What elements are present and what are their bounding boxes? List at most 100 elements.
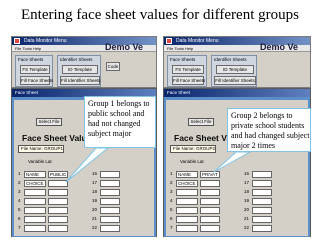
left-code-button[interactable]: Code [106, 62, 120, 71]
variable-value-field[interactable] [48, 225, 68, 232]
variable-value-field[interactable] [100, 216, 120, 223]
variable-value-field[interactable] [100, 207, 120, 214]
variable-value-field[interactable] [252, 180, 272, 187]
variable-value-field[interactable] [252, 207, 272, 214]
right-identifier-sheets-label: Identifier Sheets [214, 57, 247, 62]
right-fs-template-button[interactable]: FS Template [172, 65, 204, 74]
left-face-sheets-group: Face Sheets FS Template Fill Face Sheets [15, 55, 53, 87]
callout-text: subject major [88, 129, 132, 138]
variable-value-field[interactable] [200, 225, 220, 232]
variable-name-field[interactable]: CHOICE [176, 180, 198, 187]
row-number: 17 [244, 180, 250, 185]
variable-name-field[interactable] [176, 207, 198, 214]
variable-name-field[interactable]: CHOICE [24, 180, 46, 187]
variable-value-field[interactable] [252, 216, 272, 223]
right-select-file-button[interactable]: Select File [188, 118, 214, 126]
variable-value-field[interactable] [100, 189, 120, 196]
variable-value-field[interactable] [252, 189, 272, 196]
variable-value-field[interactable] [200, 207, 220, 214]
variable-name-field[interactable] [24, 198, 46, 205]
variable-value-field[interactable] [48, 180, 68, 187]
variable-name-field[interactable] [176, 225, 198, 232]
variable-value-field[interactable] [252, 225, 272, 232]
left-demo-text: Demo Ve [105, 42, 144, 52]
variable-name-field[interactable] [24, 216, 46, 223]
table-row: 6 21 [170, 215, 302, 224]
variable-value-field[interactable] [200, 198, 220, 205]
variable-value-field[interactable] [252, 171, 272, 178]
variable-value-field[interactable] [100, 180, 120, 187]
variable-value-field[interactable] [200, 180, 220, 187]
right-demo-text: Demo Ve [260, 42, 299, 52]
variable-name-field[interactable]: NAME [176, 171, 198, 178]
slide-title: Entering face sheet values for different… [21, 7, 299, 23]
variable-value-field[interactable] [200, 189, 220, 196]
row-number: 22 [92, 225, 98, 230]
callout-text: private school students [231, 121, 305, 130]
variable-value-field[interactable]: PUBLIC [48, 171, 68, 178]
table-row: 5 20 [18, 206, 150, 215]
left-bg-window-title: Data Monitor Menu [24, 38, 67, 44]
variable-value-field[interactable]: PRIVAT [200, 171, 220, 178]
variable-name-field[interactable] [176, 216, 198, 223]
left-id-template-button[interactable]: ID Template [62, 65, 98, 74]
right-face-sheets-group: Face Sheets FS Template Fill Face Sheets [167, 55, 207, 87]
callout-text: had not changed [88, 119, 141, 128]
variable-value-field[interactable] [48, 216, 68, 223]
right-bg-window-title: Data Monitor Menu [176, 38, 219, 44]
variable-name-field[interactable] [176, 189, 198, 196]
variable-value-field[interactable] [48, 189, 68, 196]
row-number: 19 [244, 198, 250, 203]
variable-value-field[interactable] [100, 225, 120, 232]
variable-name-field[interactable] [24, 207, 46, 214]
callout-text: public school and [88, 109, 145, 118]
left-identifier-sheets-label: Identifier Sheets [60, 57, 93, 62]
table-row: 1 NAME PUBLIC 16 [18, 170, 150, 179]
right-values-grid: 1 NAME PRIVAT 16 2 CHOICE 17 3 18 4 19 5… [170, 170, 302, 233]
right-variable-tab[interactable]: Variable Lat [180, 159, 204, 164]
table-row: 2 CHOICE 17 [18, 179, 150, 188]
left-fill-face-sheets-button[interactable]: Fill Face Sheets [20, 76, 53, 85]
right-callout: Group 2 belongs to private school studen… [227, 108, 311, 152]
table-row: 1 NAME PRIVAT 16 [170, 170, 302, 179]
variable-name-field[interactable]: NAME [24, 171, 46, 178]
left-data-monitor-window: Data Monitor Menu File Tools Help Demo V… [11, 36, 157, 88]
variable-value-field[interactable] [100, 198, 120, 205]
row-number: 18 [92, 189, 98, 194]
callout-text: Group 2 belongs to [231, 111, 293, 120]
right-fill-face-sheets-button[interactable]: Fill Face Sheets [172, 76, 205, 85]
app-icon [14, 38, 20, 44]
left-fill-identifier-sheets-button[interactable]: Fill Identifier Sheets [60, 76, 101, 85]
left-values-grid: 1 NAME PUBLIC 16 2 CHOICE 17 3 18 4 19 5… [18, 170, 150, 233]
variable-value-field[interactable] [100, 171, 120, 178]
right-file-name-field[interactable]: File Name: GROUP2 [170, 145, 216, 153]
variable-value-field[interactable] [200, 216, 220, 223]
table-row: 7 22 [170, 224, 302, 233]
variable-name-field[interactable] [176, 198, 198, 205]
left-fs-template-button[interactable]: FS Template [20, 65, 50, 74]
left-face-sheets-label: Face Sheets [18, 57, 44, 62]
row-number: 21 [244, 216, 250, 221]
left-file-name-field[interactable]: File Name: GROUP1 [18, 145, 64, 153]
variable-value-field[interactable] [48, 207, 68, 214]
callout-text: Group 1 belongs to [88, 99, 150, 108]
left-callout: Group 1 belongs to public school and had… [84, 96, 156, 148]
row-number: 19 [92, 198, 98, 203]
app-icon [166, 38, 172, 44]
callout-text: and had changed subject [231, 131, 310, 140]
left-identifier-sheets-group: Identifier Sheets ID Template Fill Ident… [57, 55, 101, 87]
right-fill-identifier-sheets-button[interactable]: Fill Identifier Sheets [214, 76, 256, 85]
row-number: 20 [244, 207, 250, 212]
row-number: 18 [244, 189, 250, 194]
row-number: 17 [92, 180, 98, 185]
left-select-file-button[interactable]: Select File [36, 118, 62, 126]
table-row: 3 18 [170, 188, 302, 197]
right-id-template-button[interactable]: ID Template [216, 65, 254, 74]
right-data-monitor-window: Data Monitor Menu File Tools Help Demo V… [163, 36, 311, 88]
left-variable-tab[interactable]: Variable Lat [28, 159, 52, 164]
variable-name-field[interactable] [24, 189, 46, 196]
callout-text: major 2 times [231, 141, 275, 150]
variable-value-field[interactable] [48, 198, 68, 205]
variable-value-field[interactable] [252, 198, 272, 205]
variable-name-field[interactable] [24, 225, 46, 232]
